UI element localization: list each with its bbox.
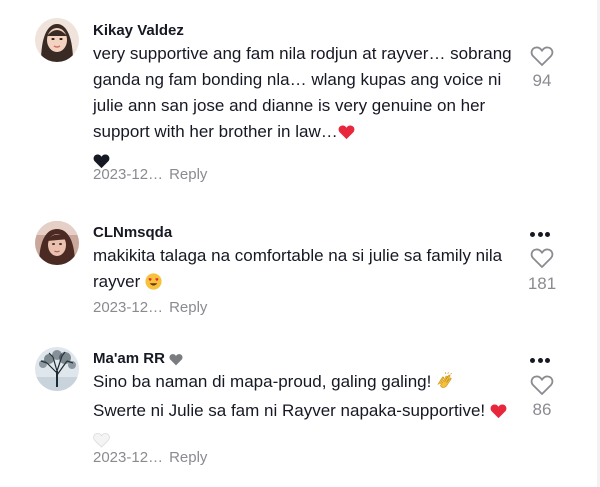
comment-text-content-2: Swerte ni Julie sa fam ni Rayver napaka-… [93,401,486,420]
reply-button[interactable]: Reply [169,449,207,466]
avatar[interactable] [35,18,79,62]
comment-date: 2023-12… [93,166,164,183]
like-count: 181 [527,274,557,293]
red-heart-emoji [490,401,507,427]
like-count: 86 [532,400,552,419]
comment-text: Sino ba naman di mapa-proud, galing gali… [93,369,513,456]
comment-author[interactable]: Ma'am RR [93,350,183,370]
more-options-icon[interactable] [530,232,554,240]
comment-meta: 2023-12… Reply [93,299,207,316]
heart-outline-icon [530,375,554,395]
like-count: 94 [532,71,552,90]
heart-eyes-emoji [145,272,162,298]
grey-heart-emoji [169,353,183,370]
comment-text: makikita talaga na comfortable na si jul… [93,243,513,298]
heart-outline-icon [530,46,554,66]
clapping-hands-emoji [436,372,454,398]
avatar[interactable] [35,347,79,391]
avatar[interactable] [35,221,79,265]
reply-button[interactable]: Reply [169,299,207,316]
comment-date: 2023-12… [93,299,164,316]
like-button[interactable] [528,374,556,400]
comment-text: very supportive ang fam nila rodjun at r… [93,41,513,177]
comment-meta: 2023-12… Reply [93,449,207,466]
reply-button[interactable]: Reply [169,166,207,183]
more-options-icon[interactable] [530,358,554,366]
like-button[interactable] [528,45,556,71]
red-heart-emoji [338,122,355,148]
comment-text-content: Sino ba naman di mapa-proud, galing gali… [93,372,432,391]
comment-meta: 2023-12… Reply [93,166,207,183]
like-button[interactable] [528,247,556,273]
comment-author[interactable]: Kikay Valdez [93,22,184,39]
comment-date: 2023-12… [93,449,164,466]
comment-author[interactable]: CLNmsqda [93,224,172,241]
comment-author-name: Ma'am RR [93,350,165,367]
comment-text-content: very supportive ang fam nila rodjun at r… [93,44,512,141]
heart-outline-icon [530,248,554,268]
